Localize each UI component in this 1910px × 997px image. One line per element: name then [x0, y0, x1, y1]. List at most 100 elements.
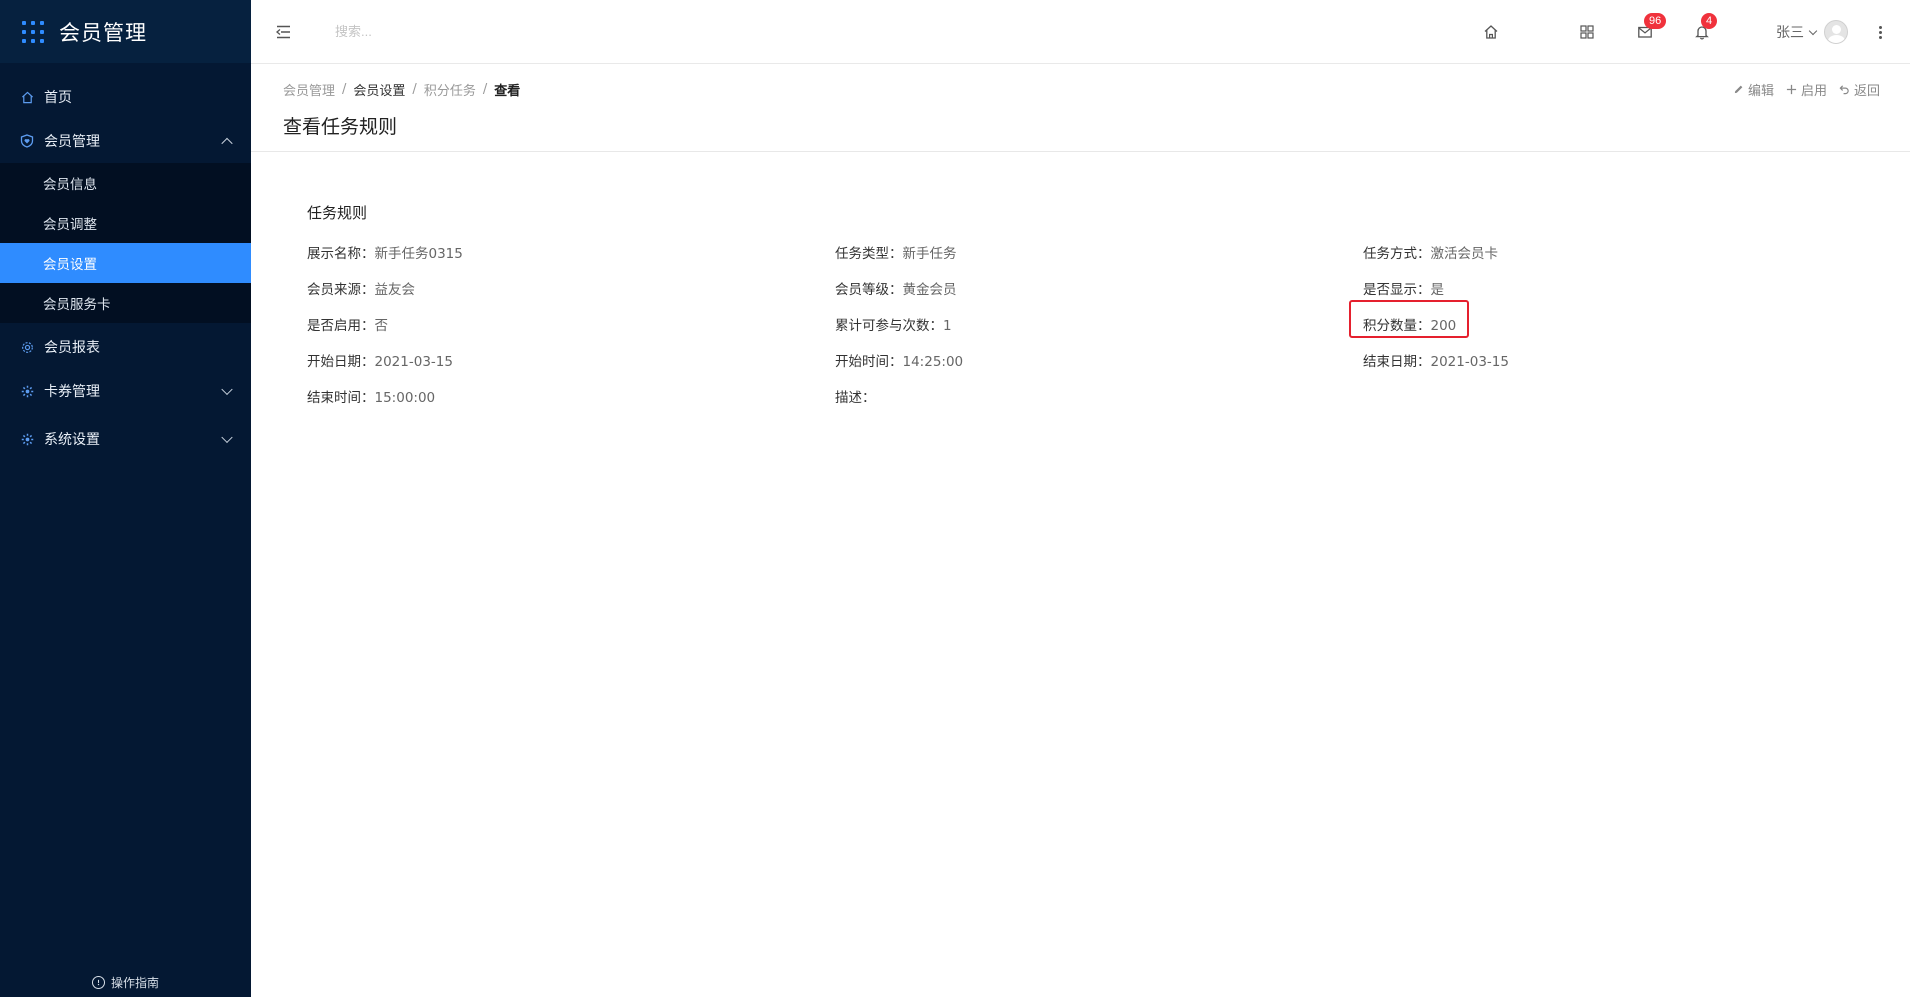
- home-icon: [20, 90, 34, 104]
- breadcrumb-item[interactable]: 会员管理: [283, 80, 335, 99]
- field-value: 14:25:00: [902, 354, 964, 370]
- mail-count-badge: 96: [1644, 13, 1667, 29]
- enable-label: 启用: [1800, 84, 1827, 99]
- plus-icon: [1786, 84, 1798, 96]
- field-label: 任务方式：: [1363, 246, 1431, 262]
- field-label: 是否启用：: [307, 318, 375, 334]
- guide-label: 操作指南: [110, 975, 159, 990]
- back-button[interactable]: 返回: [1839, 80, 1880, 99]
- user-menu[interactable]: 张三: [1776, 20, 1848, 44]
- field-label: 展示名称：: [307, 246, 375, 262]
- bell-icon[interactable]: 4: [1692, 13, 1718, 42]
- field-start-time: 开始时间：14:25:00: [835, 350, 963, 370]
- field-member-level: 会员等级：黄金会员: [835, 278, 957, 298]
- sidebar-subitem-member-info[interactable]: 会员信息: [0, 163, 251, 203]
- sidebar-item-label: 会员报表: [44, 340, 100, 356]
- breadcrumb-item[interactable]: 积分任务: [424, 80, 476, 99]
- user-name: 张三: [1776, 25, 1804, 41]
- sidebar-menu: 首页 会员管理 会员信息 会员调整 会员设置 会员服务卡 会员报表 卡券管理 系…: [0, 75, 251, 461]
- field-task-method: 任务方式：激活会员卡: [1363, 242, 1498, 262]
- field-value: 黄金会员: [902, 282, 957, 298]
- field-label: 结束时间：: [307, 390, 375, 406]
- mail-icon[interactable]: 96: [1635, 13, 1667, 42]
- avatar: [1824, 20, 1848, 44]
- breadcrumb-separator: /: [412, 82, 417, 97]
- section-title: 任务规则: [307, 204, 368, 222]
- field-value: 新手任务0315: [374, 246, 463, 262]
- sidebar-item-label: 会员管理: [44, 134, 100, 150]
- field-value: 激活会员卡: [1430, 246, 1499, 262]
- breadcrumb-separator: /: [342, 82, 347, 97]
- field-end-date: 结束日期：2021-03-15: [1363, 350, 1509, 370]
- field-start-date: 开始日期：2021-03-15: [307, 350, 453, 370]
- breadcrumb: 会员管理 / 会员设置 / 积分任务 / 查看: [283, 80, 520, 99]
- apps-grid-icon[interactable]: [22, 20, 44, 43]
- chevron-down-icon: [221, 431, 233, 444]
- field-member-source: 会员来源：益友会: [307, 278, 415, 298]
- edit-label: 编辑: [1747, 84, 1774, 99]
- field-value: 2021-03-15: [374, 354, 453, 370]
- field-value: 新手任务: [902, 246, 957, 262]
- field-is-displayed: 是否显示：是: [1363, 278, 1444, 298]
- brand: 会员管理: [0, 0, 251, 63]
- settings-icon: [20, 432, 34, 446]
- apps-icon[interactable]: [1577, 22, 1597, 42]
- operation-guide-link[interactable]: 操作指南: [0, 967, 251, 997]
- more-vertical-icon[interactable]: [1874, 22, 1886, 42]
- field-label: 累计可参与次数：: [835, 318, 943, 334]
- sidebar-item-home[interactable]: 首页: [0, 75, 251, 119]
- field-max-participations: 累计可参与次数：1: [835, 314, 952, 334]
- sidebar-subitem-member-adjust[interactable]: 会员调整: [0, 203, 251, 243]
- page-actions: 编辑 启用 返回: [1721, 80, 1880, 99]
- field-value: 是: [1430, 282, 1445, 298]
- enable-button[interactable]: 启用: [1786, 80, 1827, 99]
- home-icon[interactable]: [1481, 22, 1501, 42]
- menu-fold-icon[interactable]: [273, 22, 293, 42]
- field-label: 描述：: [835, 390, 876, 406]
- edit-button[interactable]: 编辑: [1733, 80, 1774, 99]
- field-value: 15:00:00: [374, 390, 436, 406]
- chevron-down-icon: [221, 383, 233, 396]
- field-label: 积分数量：: [1363, 318, 1431, 334]
- sidebar-item-label: 系统设置: [44, 432, 100, 448]
- breadcrumb-separator: /: [482, 82, 488, 97]
- top-header: 96 4 张三: [251, 0, 1910, 64]
- search-input[interactable]: [335, 24, 635, 39]
- field-label: 开始时间：: [835, 354, 903, 370]
- task-rule-detail: 任务规则 展示名称：新手任务0315 任务类型：新手任务 任务方式：激活会员卡 …: [251, 152, 1910, 997]
- field-value: 1: [943, 318, 952, 334]
- breadcrumb-current: 查看: [494, 84, 521, 99]
- header-actions: 96 4 张三: [1481, 0, 1910, 64]
- field-value: 否: [374, 318, 389, 334]
- chevron-down-icon: [1808, 26, 1818, 35]
- field-label: 结束日期：: [1363, 354, 1431, 370]
- sidebar-item-label: 首页: [44, 90, 72, 106]
- gear-icon: [20, 340, 34, 354]
- field-label: 开始日期：: [307, 354, 375, 370]
- member-management-submenu: 会员信息 会员调整 会员设置 会员服务卡: [0, 163, 251, 323]
- page-head: 会员管理 / 会员设置 / 积分任务 / 查看 查看任务规则 编辑 启用 返回: [251, 64, 1910, 152]
- sidebar-subitem-member-service-card[interactable]: 会员服务卡: [0, 283, 251, 323]
- page-title: 查看任务规则: [283, 116, 398, 138]
- sidebar: 会员管理 首页 会员管理 会员信息 会员调整 会员设置 会员服务卡 会员报表 卡…: [0, 0, 251, 997]
- field-label: 会员来源：: [307, 282, 375, 298]
- sidebar-item-coupon-management[interactable]: 卡券管理: [0, 369, 251, 413]
- chevron-up-icon: [221, 137, 233, 150]
- breadcrumb-item[interactable]: 会员设置: [353, 80, 405, 99]
- sidebar-subitem-member-settings[interactable]: 会员设置: [0, 243, 251, 283]
- settings-icon: [20, 384, 34, 398]
- back-label: 返回: [1853, 84, 1880, 99]
- field-task-type: 任务类型：新手任务: [835, 242, 957, 262]
- field-end-time: 结束时间：15:00:00: [307, 386, 435, 406]
- field-points-amount: 积分数量：200: [1363, 314, 1456, 334]
- undo-arrow-icon: [1839, 84, 1851, 96]
- sidebar-item-member-management[interactable]: 会员管理: [0, 119, 251, 163]
- sidebar-item-member-reports[interactable]: 会员报表: [0, 325, 251, 369]
- field-is-enabled: 是否启用：否: [307, 314, 388, 334]
- sidebar-item-system-settings[interactable]: 系统设置: [0, 417, 251, 461]
- notification-count-badge: 4: [1701, 13, 1718, 29]
- guide-icon: [91, 975, 105, 989]
- field-display-name: 展示名称：新手任务0315: [307, 242, 463, 262]
- field-label: 是否显示：: [1363, 282, 1431, 298]
- sidebar-item-label: 卡券管理: [44, 384, 100, 400]
